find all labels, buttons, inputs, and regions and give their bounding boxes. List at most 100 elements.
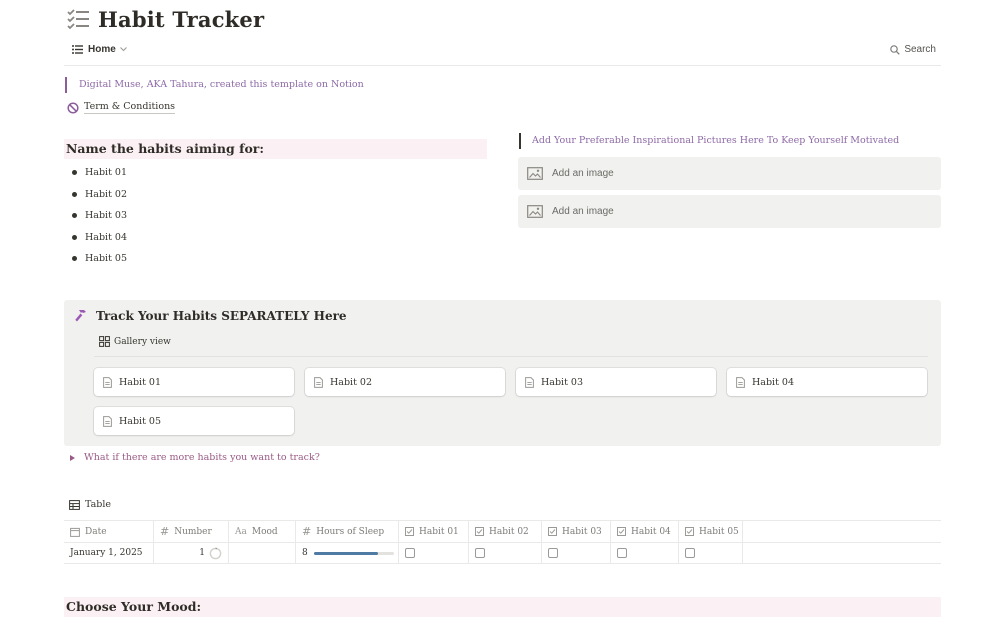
tab-gallery-view[interactable]: Gallery view <box>99 336 171 347</box>
column-header-label: Number <box>174 526 212 537</box>
habit-02-cell <box>469 543 542 563</box>
habits-heading: Name the habits aiming for: <box>64 139 487 159</box>
checkbox-property-icon <box>475 527 484 536</box>
search-button[interactable]: Search <box>890 44 936 55</box>
gallery-icon <box>99 336 110 347</box>
column-header-habit-05[interactable]: Habit 05 <box>679 521 743 542</box>
number-value: 1 <box>199 548 205 558</box>
card-title: Habit 03 <box>541 376 583 388</box>
column-header-habit-01[interactable]: Habit 01 <box>399 521 469 542</box>
mood-cell[interactable] <box>229 543 296 563</box>
column-header-mood[interactable]: Aa Mood <box>229 521 296 542</box>
column-header-habit-03[interactable]: Habit 03 <box>542 521 611 542</box>
add-image-label: Add an image <box>552 206 614 217</box>
image-icon <box>527 205 543 218</box>
more-habits-toggle[interactable]: What if there are more habits you want t… <box>70 452 320 463</box>
column-header-number[interactable]: # Number <box>154 521 229 542</box>
habit-03-cell <box>542 543 611 563</box>
page-icon <box>736 376 745 388</box>
inspiration-quote: Add Your Preferable Inspirational Pictur… <box>519 133 899 149</box>
mood-heading: Choose Your Mood: <box>64 597 941 617</box>
column-header-date[interactable]: Date <box>64 521 154 542</box>
list-item[interactable]: Habit 05 <box>72 248 127 270</box>
divider <box>94 356 928 357</box>
habit-list: Habit 01 Habit 02 Habit 03 Habit 04 Habi… <box>72 162 127 270</box>
terms-label: Term & Conditions <box>84 101 176 114</box>
table-header-row: Date # Number Aa Mood # Hours of Sleep H… <box>64 520 941 542</box>
tab-home-label: Home <box>88 44 116 55</box>
table-spacer <box>743 521 941 542</box>
checkbox-property-icon <box>405 527 414 536</box>
calendar-icon <box>70 527 80 537</box>
habit-05-checkbox[interactable] <box>685 548 695 558</box>
hours-of-sleep-cell[interactable]: 8 <box>296 543 399 563</box>
column-header-label: Habit 04 <box>631 526 671 537</box>
page-icon <box>314 376 323 388</box>
view-tabbar: Home Search <box>64 40 941 66</box>
toggle-arrow-icon[interactable] <box>70 454 75 461</box>
list-item[interactable]: Habit 02 <box>72 184 127 206</box>
card-title: Habit 02 <box>330 376 372 388</box>
text-property-icon: Aa <box>235 526 247 537</box>
list-item[interactable]: Habit 03 <box>72 205 127 227</box>
card-title: Habit 04 <box>752 376 794 388</box>
add-image-placeholder[interactable]: Add an image <box>518 195 941 228</box>
column-header-habit-04[interactable]: Habit 04 <box>611 521 679 542</box>
date-cell[interactable]: January 1, 2025 <box>64 543 154 563</box>
add-image-label: Add an image <box>552 168 614 179</box>
toggle-label: What if there are more habits you want t… <box>84 452 320 463</box>
prohibited-icon <box>67 101 79 114</box>
list-icon <box>72 45 83 54</box>
checkbox-property-icon <box>617 527 626 536</box>
number-cell[interactable]: 1 <box>154 543 229 563</box>
column-header-label: Date <box>85 526 107 537</box>
table-icon <box>69 499 80 510</box>
chevron-down-icon <box>119 47 127 52</box>
habit-01-checkbox[interactable] <box>405 548 415 558</box>
terms-link[interactable]: Term & Conditions <box>67 101 176 114</box>
list-item[interactable]: Habit 04 <box>72 227 127 249</box>
hammer-icon <box>75 310 86 322</box>
tracker-callout: Track Your Habits SEPARATELY Here Galler… <box>64 300 941 446</box>
hash-icon: # <box>302 525 312 538</box>
table-view-label: Table <box>85 499 112 510</box>
card-title: Habit 05 <box>119 415 161 427</box>
page-icon <box>103 376 112 388</box>
card-title: Habit 01 <box>119 376 161 388</box>
list-item[interactable]: Habit 01 <box>72 162 127 184</box>
creator-quote: Digital Muse, AKA Tahura, created this t… <box>65 77 364 93</box>
column-header-habit-02[interactable]: Habit 02 <box>469 521 542 542</box>
sleep-progress-fill <box>313 551 378 555</box>
hash-icon: # <box>160 525 170 538</box>
tab-table-view[interactable]: Table <box>69 499 111 510</box>
habit-04-checkbox[interactable] <box>617 548 627 558</box>
table-row: January 1, 2025 1 8 <box>64 542 941 564</box>
image-icon <box>527 167 543 180</box>
checklist-icon <box>67 9 89 30</box>
column-header-label: Habit 02 <box>489 526 529 537</box>
tracker-title: Track Your Habits SEPARATELY Here <box>74 309 347 323</box>
gallery-view-label: Gallery view <box>114 336 171 347</box>
tab-home[interactable]: Home <box>72 44 132 55</box>
gallery-card[interactable]: Habit 03 <box>516 368 716 396</box>
sleep-progress-bar <box>313 551 394 555</box>
gallery-card[interactable]: Habit 04 <box>727 368 927 396</box>
page-icon <box>103 415 112 427</box>
column-header-label: Habit 05 <box>699 526 739 537</box>
habit-04-cell <box>611 543 679 563</box>
habit-05-cell <box>679 543 743 563</box>
habit-02-checkbox[interactable] <box>475 548 485 558</box>
checkbox-property-icon <box>685 527 694 536</box>
habit-01-cell <box>399 543 469 563</box>
gallery-card[interactable]: Habit 05 <box>94 407 294 435</box>
column-header-hours-of-sleep[interactable]: # Hours of Sleep <box>296 521 399 542</box>
page-icon <box>525 376 534 388</box>
search-icon <box>890 44 901 55</box>
checkbox-property-icon <box>548 527 557 536</box>
gallery-card[interactable]: Habit 01 <box>94 368 294 396</box>
add-image-placeholder[interactable]: Add an image <box>518 157 941 190</box>
column-header-label: Hours of Sleep <box>316 526 385 537</box>
search-label: Search <box>904 44 936 55</box>
habit-03-checkbox[interactable] <box>548 548 558 558</box>
gallery-card[interactable]: Habit 02 <box>305 368 505 396</box>
